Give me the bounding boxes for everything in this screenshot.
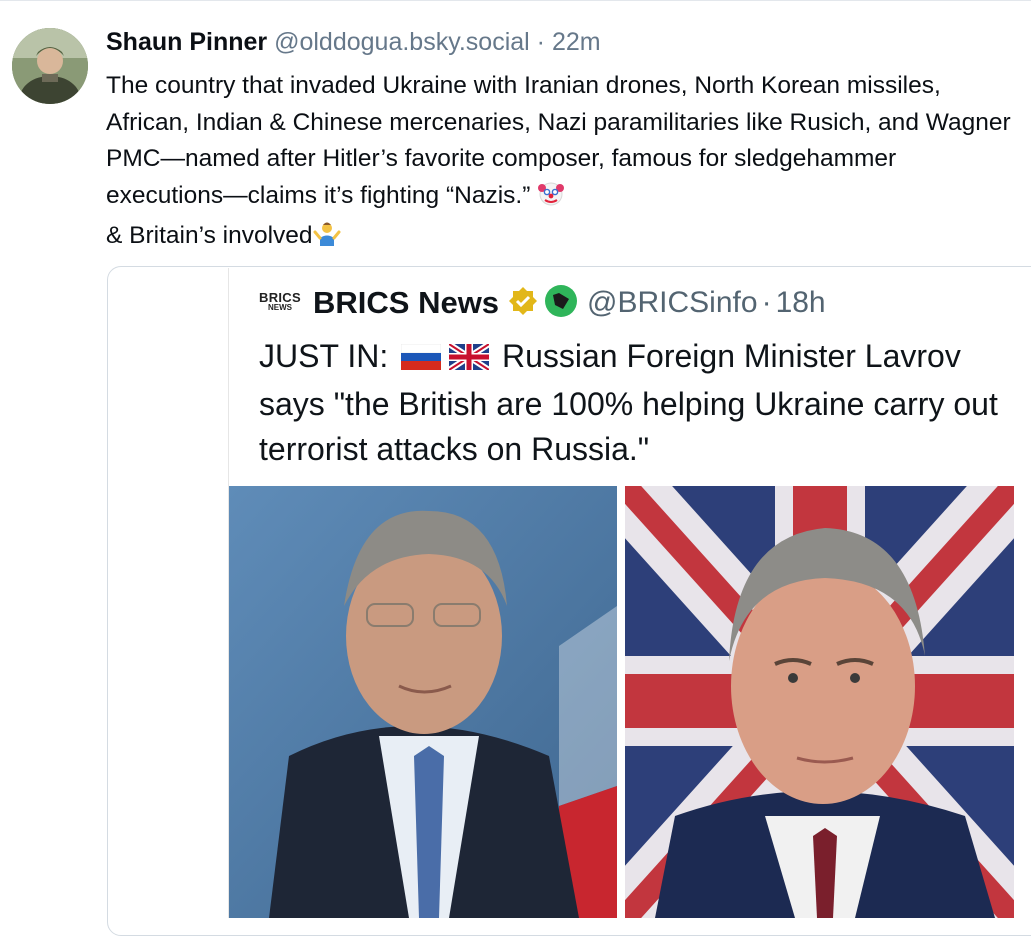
embedded-screenshot[interactable]: BRICS NEWS BRICS News @BRICSinfo · 18h J… [228, 268, 1014, 918]
top-divider [0, 0, 1031, 1]
uk-flag-icon [447, 337, 491, 382]
post-header: Shaun Pinner @olddogua.bsky.social · 22m [106, 28, 601, 57]
quoted-header: BRICS NEWS BRICS News @BRICSinfo · 18h [259, 283, 826, 323]
post-text: The country that invaded Ukraine with Ir… [106, 68, 1011, 259]
verified-badge-icon [507, 285, 539, 322]
author-name[interactable]: Shaun Pinner [106, 28, 267, 56]
post-text-end: & Britain’s involved [106, 222, 313, 249]
person-shrugging-icon [313, 219, 341, 259]
header-separator: · [536, 28, 545, 56]
quoted-text: JUST IN: Russian Foreign Minister Lavrov… [259, 334, 999, 472]
post-timestamp[interactable]: 22m [552, 28, 601, 56]
author-avatar[interactable] [12, 28, 88, 104]
starmer-photo [625, 486, 1014, 918]
russia-flag-icon [400, 337, 442, 382]
clown-face-icon [537, 179, 565, 219]
quoted-handle: @BRICSinfo [587, 286, 758, 319]
author-handle[interactable]: @olddogua.bsky.social [274, 28, 530, 56]
quoted-timestamp: 18h [775, 286, 826, 319]
quoted-separator: · [761, 286, 772, 319]
brics-logo-line1: BRICS [259, 290, 301, 305]
quoted-author-name: BRICS News [313, 285, 500, 320]
brics-logo-line2: NEWS [268, 303, 292, 312]
affiliate-badge-icon [543, 283, 579, 324]
lavrov-photo [229, 486, 617, 918]
quoted-text-prefix: JUST IN: [259, 338, 389, 374]
brics-logo: BRICS NEWS [259, 288, 301, 318]
